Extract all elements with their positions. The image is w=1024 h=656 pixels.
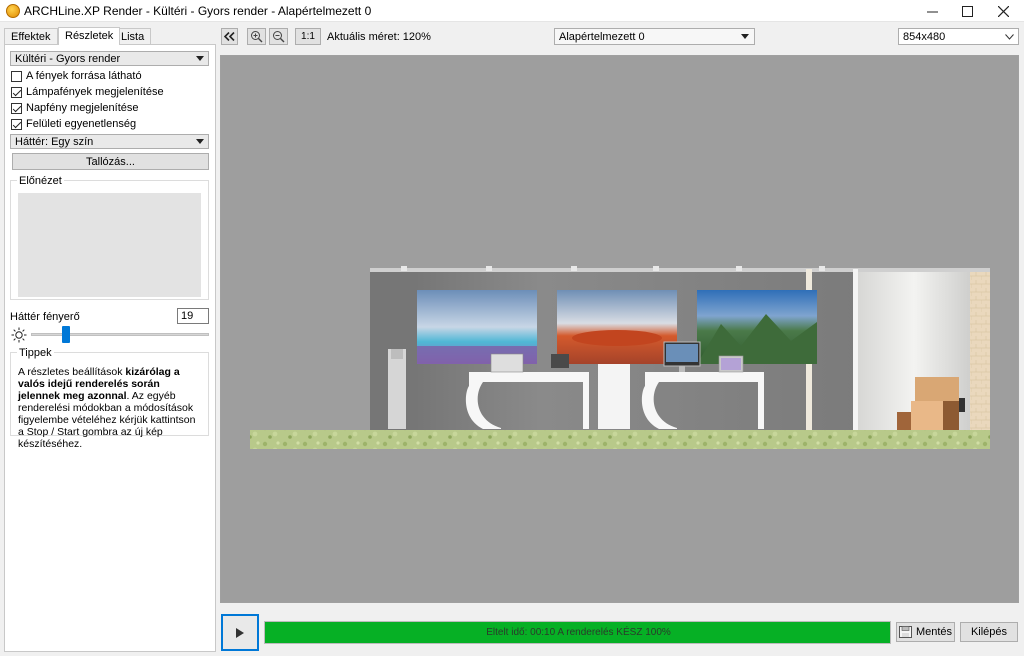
checkbox-sunlight[interactable]: Napfény megjelenítése xyxy=(11,101,139,115)
checkbox-label: Felületi egyenetlenség xyxy=(26,118,137,130)
exit-button[interactable]: Kilépés xyxy=(960,622,1018,642)
close-button[interactable] xyxy=(980,0,1024,22)
tab-details[interactable]: Részletek xyxy=(58,27,121,45)
tips-text: A részletes beállítások kizárólag a való… xyxy=(18,366,204,450)
brightness-slider-thumb[interactable] xyxy=(62,326,70,343)
background-select[interactable]: Háttér: Egy szín xyxy=(10,134,209,149)
brightness-slider-track[interactable] xyxy=(31,333,209,336)
details-tab-body: Kültéri - Gyors render A fények forrása … xyxy=(4,44,216,652)
tips-label: Tippek xyxy=(17,347,54,359)
view-select-value: Alapértelmezett 0 xyxy=(559,31,645,43)
resolution-select-value: 854x480 xyxy=(903,31,946,43)
save-icon xyxy=(898,626,912,638)
checkbox-box[interactable] xyxy=(11,70,22,82)
resolution-select[interactable]: 854x480 xyxy=(898,28,1019,45)
checkbox-visible-light-source[interactable]: A fények forrása látható xyxy=(11,69,142,83)
brightness-input[interactable]: 19 xyxy=(177,308,209,324)
tips-text-normal: A részletes beállítások xyxy=(18,366,126,378)
app-logo-icon xyxy=(6,4,20,18)
checkbox-label: Napfény megjelenítése xyxy=(26,102,139,114)
checkbox-box[interactable] xyxy=(11,86,22,98)
save-button[interactable]: Mentés xyxy=(896,622,955,642)
collapse-panel-button[interactable] xyxy=(221,28,238,45)
checkbox-box[interactable] xyxy=(11,118,22,130)
view-select[interactable]: Alapértelmezett 0 xyxy=(554,28,755,45)
zoom-level-label: Aktuális méret: 120% xyxy=(327,31,431,43)
save-button-label: Mentés xyxy=(915,626,953,638)
actual-size-button[interactable]: 1:1 xyxy=(295,28,321,45)
zoom-in-button[interactable] xyxy=(247,28,266,45)
maximize-icon xyxy=(961,5,973,17)
play-render-button[interactable] xyxy=(221,614,259,651)
preview-group: Előnézet xyxy=(10,175,209,300)
render-viewport[interactable] xyxy=(220,55,1019,603)
tab-effects[interactable]: Effektek xyxy=(4,28,58,45)
dropdown-arrow-icon xyxy=(196,139,204,144)
double-chevron-left-icon xyxy=(224,32,235,41)
sun-icon xyxy=(11,327,27,343)
checkbox-box[interactable] xyxy=(11,102,22,114)
preset-select-value: Kültéri - Gyors render xyxy=(15,53,121,65)
close-icon xyxy=(997,5,1009,17)
brightness-label: Háttér fényerő xyxy=(10,311,80,323)
render-status-text: Eltelt idő: 00:10 A renderelés KÉSZ 100% xyxy=(486,627,671,638)
title-bar: ARCHLine.XP Render - Kültéri - Gyors ren… xyxy=(0,0,1024,22)
chevron-down-icon xyxy=(1005,34,1014,40)
checkbox-label: Lámpafények megjelenítése xyxy=(26,86,164,98)
settings-panel: Effektek Részletek Lista Kültéri - Gyors… xyxy=(4,27,216,652)
tips-group: Tippek A részletes beállítások kizárólag… xyxy=(10,347,209,450)
browse-button[interactable]: Tallózás... xyxy=(12,153,209,170)
dropdown-arrow-icon xyxy=(741,34,749,39)
render-progress-bar: Eltelt idő: 00:10 A renderelés KÉSZ 100% xyxy=(264,621,891,644)
checkbox-surface-roughness[interactable]: Felületi egyenetlenség xyxy=(11,117,136,131)
minimize-icon xyxy=(926,11,938,12)
background-select-value: Háttér: Egy szín xyxy=(15,136,94,148)
preset-select[interactable]: Kültéri - Gyors render xyxy=(10,51,209,66)
preview-label: Előnézet xyxy=(17,175,64,187)
preview-image xyxy=(18,193,201,297)
zoom-out-button[interactable] xyxy=(269,28,288,45)
dropdown-arrow-icon xyxy=(196,56,204,61)
zoom-in-icon xyxy=(251,31,263,43)
zoom-out-icon xyxy=(273,31,285,43)
rendered-scene-image xyxy=(250,266,990,449)
play-icon xyxy=(236,627,244,638)
window-title: ARCHLine.XP Render - Kültéri - Gyors ren… xyxy=(24,4,372,18)
checkbox-label: A fények forrása látható xyxy=(26,70,142,82)
checkbox-lamp-lights[interactable]: Lámpafények megjelenítése xyxy=(11,85,164,99)
